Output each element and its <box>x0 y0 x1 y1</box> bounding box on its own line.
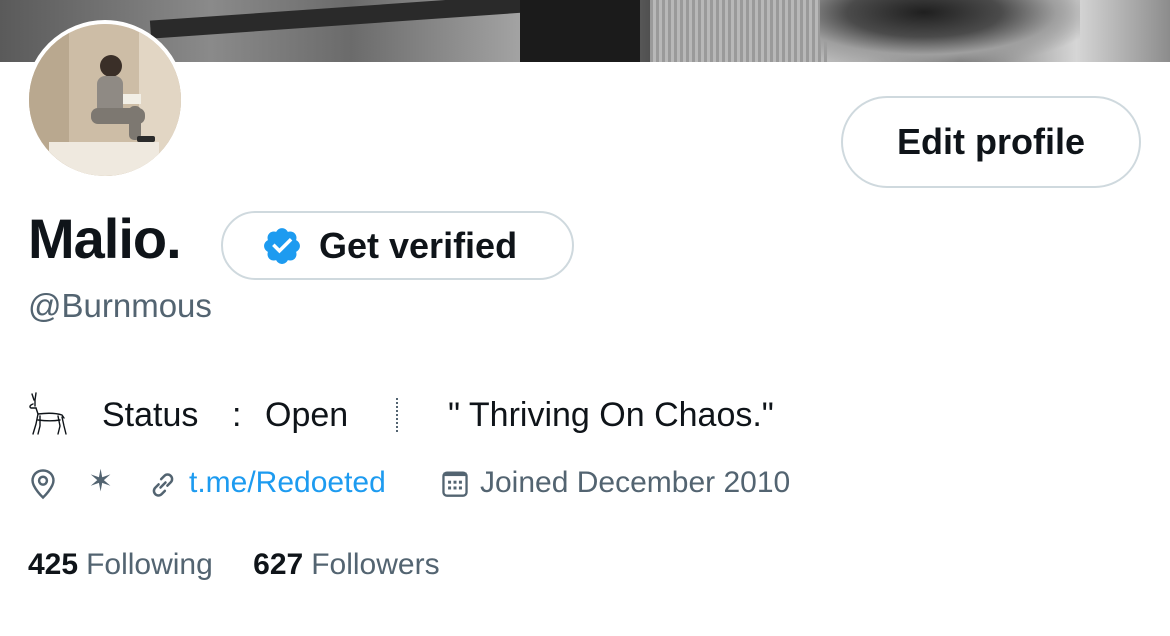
banner-shape <box>520 0 640 62</box>
join-date: Joined December 2010 <box>480 466 791 499</box>
calendar-icon <box>442 471 468 497</box>
profile-link[interactable]: t.me/Redoeted <box>189 466 386 500</box>
followers-count: 627 <box>253 548 304 581</box>
status-colon: : <box>232 396 242 434</box>
status-value: Open <box>265 396 349 434</box>
get-verified-label: Get verified <box>319 224 518 266</box>
bio-divider <box>396 398 398 432</box>
user-handle: @Burnmous <box>28 287 212 324</box>
location-text: ✶ <box>88 465 114 498</box>
profile-meta: ✶ t.me/Redoeted Joined December 2010 <box>28 462 1128 506</box>
following-count: 425 <box>28 548 79 581</box>
deer-icon <box>29 392 67 435</box>
bio: Status : Open " Thriving On Chaos." <box>26 388 1126 444</box>
display-name: Malio. <box>28 207 182 270</box>
status-label: Status <box>102 396 199 434</box>
location-pin-icon <box>31 469 55 500</box>
followers-label: Followers <box>311 548 440 581</box>
banner-shape <box>650 0 830 62</box>
verified-badge-icon <box>264 227 300 264</box>
following-label: Following <box>86 548 213 581</box>
banner-shape <box>149 0 571 39</box>
follow-stats: 425 Following 627 Followers <box>28 548 440 582</box>
bio-quote: " Thriving On Chaos." <box>448 396 774 434</box>
followers-link[interactable]: 627 Followers <box>253 548 439 582</box>
following-link[interactable]: 425 Following <box>28 548 213 582</box>
edit-profile-button[interactable]: Edit profile <box>841 96 1141 188</box>
profile-banner[interactable] <box>0 0 1170 62</box>
avatar[interactable] <box>25 20 185 180</box>
link-icon <box>152 473 174 497</box>
get-verified-button[interactable]: Get verified <box>221 211 574 280</box>
banner-shape <box>820 0 1080 62</box>
